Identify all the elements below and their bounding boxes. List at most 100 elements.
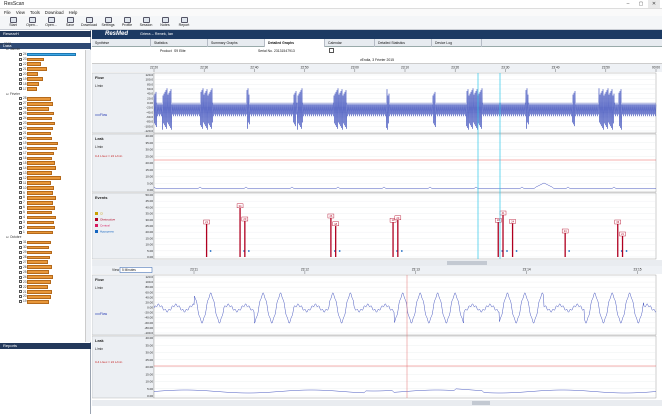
session-checkbox[interactable] <box>19 52 22 56</box>
time-label: 23:15 <box>634 268 642 272</box>
session-checkbox[interactable] <box>19 280 22 284</box>
session-checkbox[interactable] <box>19 112 22 116</box>
session-checkbox[interactable] <box>19 300 22 304</box>
session-checkbox[interactable] <box>19 131 22 135</box>
menu-file[interactable]: File <box>4 9 11 16</box>
usage-bar <box>27 295 52 299</box>
top-scroll-thumb[interactable] <box>447 261 487 265</box>
bottom-scroll-thumb[interactable] <box>472 401 490 405</box>
tab-synthèse[interactable]: Synthèse <box>92 39 151 47</box>
session-checkbox[interactable] <box>19 161 22 165</box>
usage-bar <box>27 77 43 81</box>
y-tick-label: -40.0 <box>146 110 153 114</box>
maximize-button[interactable]: ▢ <box>635 0 647 8</box>
session-checkbox[interactable] <box>19 166 22 170</box>
tab-detailed-statistics[interactable]: Detailed Statistics <box>375 39 432 47</box>
time-label: 23:40 <box>552 66 560 70</box>
toolbar-button-report[interactable]: Report <box>173 17 195 30</box>
y-tick-label: 35.00 <box>145 343 153 347</box>
top-scrollbar[interactable] <box>92 260 662 266</box>
session-checkbox[interactable] <box>19 122 22 126</box>
bottom-flow-panel-plot <box>153 274 657 336</box>
tab-statistics[interactable]: Statistics <box>151 39 208 47</box>
session-checkbox[interactable] <box>19 117 22 121</box>
tab-detailed-graphs[interactable]: Detailed Graphs <box>265 39 325 47</box>
bottom-scrollbar[interactable] <box>92 400 662 406</box>
session-checkbox[interactable] <box>19 107 22 111</box>
close-button[interactable]: ✕ <box>648 0 660 8</box>
y-tick-label: 60.0 <box>147 87 153 91</box>
session-checkbox[interactable] <box>19 186 22 190</box>
session-checkbox[interactable] <box>19 265 22 269</box>
session-checkbox[interactable] <box>19 136 22 140</box>
session-checkbox[interactable] <box>19 211 22 215</box>
tab-summary-graphs[interactable]: Summary Graphs <box>208 39 265 47</box>
usage-bar <box>27 245 50 250</box>
session-checkbox[interactable] <box>19 230 22 234</box>
session-checkbox[interactable] <box>19 250 22 254</box>
session-checkbox[interactable] <box>19 290 22 294</box>
session-checkbox[interactable] <box>19 102 22 106</box>
menu-view[interactable]: View <box>16 9 25 16</box>
session-checkbox[interactable] <box>19 146 22 150</box>
session-checkbox[interactable] <box>19 255 22 259</box>
session-checkbox[interactable] <box>19 127 22 131</box>
session-checkbox[interactable] <box>19 151 22 155</box>
toolbar-label: Session <box>139 23 153 27</box>
y-tick-label: 20.0 <box>147 96 153 100</box>
session-checkbox[interactable] <box>19 191 22 195</box>
session-checkbox[interactable] <box>19 97 22 101</box>
usage-bar <box>27 116 52 121</box>
session-checkbox[interactable] <box>19 221 22 225</box>
session-checkbox[interactable] <box>19 67 22 71</box>
session-checkbox[interactable] <box>19 196 22 200</box>
toolbar-label: Profile <box>121 23 133 27</box>
flow-panel-title: Flow <box>95 76 104 80</box>
tab-calendar[interactable]: Calendar <box>325 39 375 47</box>
time-label: 23:50 <box>602 66 610 70</box>
session-checkbox[interactable] <box>19 201 22 205</box>
session-checkbox[interactable] <box>19 57 22 61</box>
session-checkbox[interactable] <box>19 62 22 66</box>
session-checkbox[interactable] <box>19 141 22 145</box>
session-checkbox[interactable] <box>19 82 22 86</box>
usage-bar <box>27 186 55 190</box>
session-checkbox[interactable] <box>19 216 22 220</box>
session-checkbox[interactable] <box>19 226 22 230</box>
usage-bar <box>27 171 53 175</box>
menu-download[interactable]: Download <box>45 9 64 16</box>
session-checkbox[interactable] <box>19 77 22 81</box>
minimize-button[interactable]: – <box>622 0 634 8</box>
session-checkbox[interactable] <box>19 171 22 175</box>
usage-bar <box>27 136 53 141</box>
device-info-icon[interactable] <box>329 48 334 53</box>
menu-bar: File View Tools Download Help <box>0 9 662 16</box>
session-checkbox[interactable] <box>19 240 22 244</box>
y-tick-label: 40.00 <box>145 295 153 299</box>
toolbar-label: Save <box>65 23 75 27</box>
toolbar-label: Settings <box>101 23 115 27</box>
usage-bar <box>27 141 58 146</box>
product-value: S9 Elite <box>174 49 186 53</box>
session-checkbox[interactable] <box>19 295 22 299</box>
session-checkbox[interactable] <box>19 260 22 264</box>
y-tick-label: 80.0 <box>147 82 153 86</box>
session-checkbox[interactable] <box>19 72 22 76</box>
session-checkbox[interactable] <box>19 285 22 289</box>
menu-help[interactable]: Help <box>69 9 78 16</box>
session-checkbox[interactable] <box>19 270 22 274</box>
tree-session[interactable]: 19 <box>0 299 91 304</box>
session-checkbox[interactable] <box>19 176 22 180</box>
session-checkbox[interactable] <box>19 156 22 160</box>
menu-tools[interactable]: Tools <box>30 9 40 16</box>
session-checkbox[interactable] <box>19 87 22 91</box>
session-checkbox[interactable] <box>19 181 22 185</box>
tab-strip: Synthèse Statistics Summary Graphs Detailed… <box>92 39 662 47</box>
session-checkbox[interactable] <box>19 275 22 279</box>
y-tick-label: 35.00 <box>145 212 153 216</box>
session-checkbox[interactable] <box>19 206 22 210</box>
usage-bar <box>27 111 54 116</box>
tab-device-log[interactable]: Device Log <box>432 39 482 47</box>
y-tick-label: 0.00 <box>147 255 153 259</box>
session-checkbox[interactable] <box>19 245 22 249</box>
